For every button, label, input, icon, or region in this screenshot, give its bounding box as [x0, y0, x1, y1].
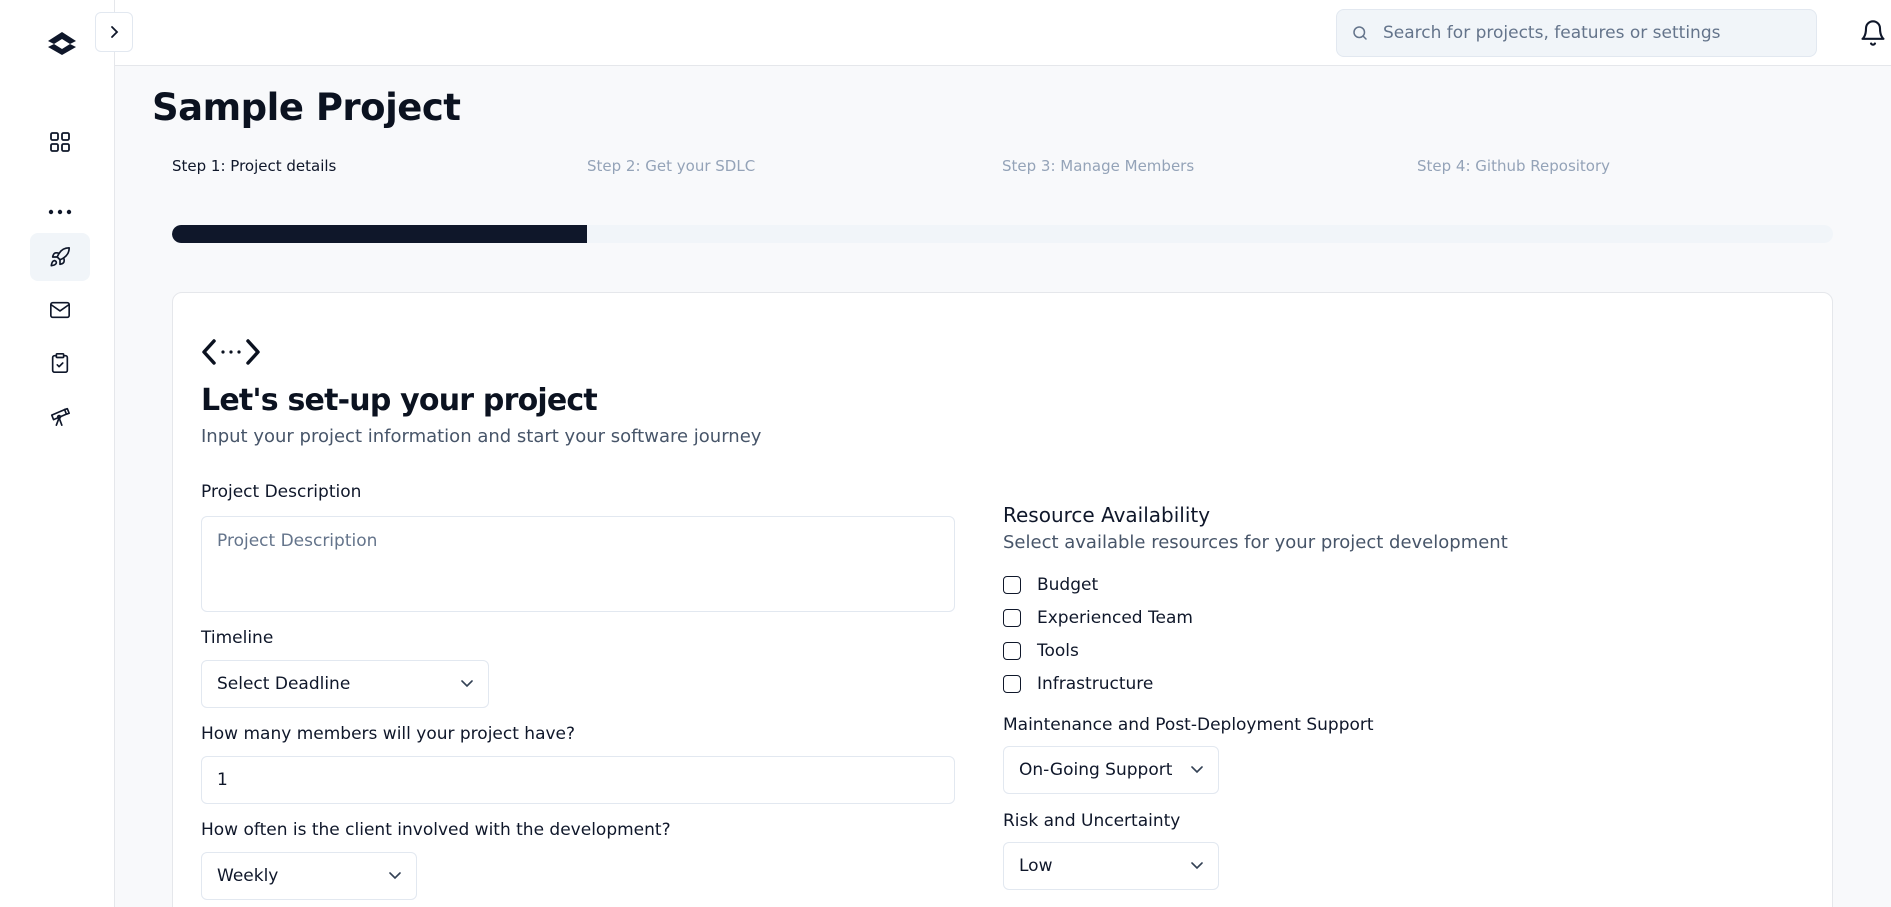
project-description-field[interactable]	[201, 516, 955, 612]
sidebar-toggle-button[interactable]	[95, 12, 133, 52]
budget-checkbox[interactable]	[1003, 576, 1021, 594]
search-bar[interactable]	[1336, 9, 1817, 57]
maintenance-select-value: On-Going Support	[1019, 760, 1173, 780]
step-2-tab[interactable]: Step 2: Get your SDLC	[587, 157, 755, 175]
resource-option-budget[interactable]: Budget	[1003, 575, 1098, 595]
top-header	[115, 0, 1891, 66]
resource-option-experienced-team[interactable]: Experienced Team	[1003, 608, 1193, 628]
chevron-down-icon	[1191, 766, 1203, 774]
timeline-label: Timeline	[201, 628, 274, 648]
client-involvement-value: Weekly	[217, 866, 279, 886]
resource-option-tools[interactable]: Tools	[1003, 641, 1079, 661]
sidebar-item-projects[interactable]	[30, 233, 90, 281]
maintenance-select[interactable]: On-Going Support	[1003, 746, 1219, 794]
risk-select-value: Low	[1019, 856, 1053, 876]
rocket-icon	[50, 247, 70, 267]
project-description-label: Project Description	[201, 482, 362, 502]
dashboard-grid-icon	[50, 132, 70, 152]
experienced-team-checkbox[interactable]	[1003, 609, 1021, 627]
chevron-down-icon	[389, 872, 401, 880]
sidebar	[0, 0, 115, 907]
chevron-down-icon	[461, 680, 473, 688]
progress-bar-fill	[172, 225, 588, 243]
step-3-tab[interactable]: Step 3: Manage Members	[1002, 157, 1194, 175]
infrastructure-checkbox[interactable]	[1003, 675, 1021, 693]
progress-bar	[172, 225, 1833, 243]
budget-label: Budget	[1037, 575, 1099, 595]
telescope-icon	[50, 407, 70, 426]
more-dots-icon	[48, 209, 72, 215]
risk-select[interactable]: Low	[1003, 842, 1219, 890]
chevron-down-icon	[1191, 862, 1203, 870]
client-involvement-label: How often is the client involved with th…	[201, 820, 671, 840]
clipboard-check-icon	[51, 353, 69, 373]
members-label: How many members will your project have?	[201, 724, 576, 744]
sidebar-item-more[interactable]	[30, 188, 90, 236]
code-brackets-icon	[202, 339, 260, 365]
search-icon	[1353, 26, 1367, 40]
step-1-tab[interactable]: Step 1: Project details	[172, 157, 336, 175]
card-subtitle: Input your project information and start…	[201, 426, 762, 447]
card-title: Let's set-up your project	[201, 383, 598, 418]
sidebar-item-tasks[interactable]	[30, 339, 90, 387]
search-input[interactable]	[1383, 23, 1783, 43]
mail-icon	[50, 301, 70, 319]
timeline-select-value: Select Deadline	[217, 674, 351, 694]
page-title: Sample Project	[152, 86, 461, 129]
bell-icon[interactable]	[1859, 18, 1887, 48]
maintenance-label: Maintenance and Post-Deployment Support	[1003, 715, 1374, 735]
sidebar-item-explore[interactable]	[30, 392, 90, 440]
resource-availability-subtitle: Select available resources for your proj…	[1003, 532, 1508, 553]
infrastructure-label: Infrastructure	[1037, 674, 1154, 694]
chevron-logo-icon[interactable]	[46, 30, 78, 56]
tools-label: Tools	[1037, 641, 1079, 661]
sidebar-item-dashboard[interactable]	[30, 118, 90, 166]
experienced-team-label: Experienced Team	[1037, 608, 1193, 628]
timeline-select[interactable]: Select Deadline	[201, 660, 489, 708]
sidebar-item-mail[interactable]	[30, 286, 90, 334]
members-input[interactable]	[201, 756, 955, 804]
tools-checkbox[interactable]	[1003, 642, 1021, 660]
resource-availability-title: Resource Availability	[1003, 503, 1211, 527]
resource-option-infrastructure[interactable]: Infrastructure	[1003, 674, 1153, 694]
risk-label: Risk and Uncertainty	[1003, 811, 1181, 831]
step-4-tab[interactable]: Step 4: Github Repository	[1417, 157, 1610, 175]
client-involvement-select[interactable]: Weekly	[201, 852, 417, 900]
chevron-right-icon	[111, 26, 119, 38]
